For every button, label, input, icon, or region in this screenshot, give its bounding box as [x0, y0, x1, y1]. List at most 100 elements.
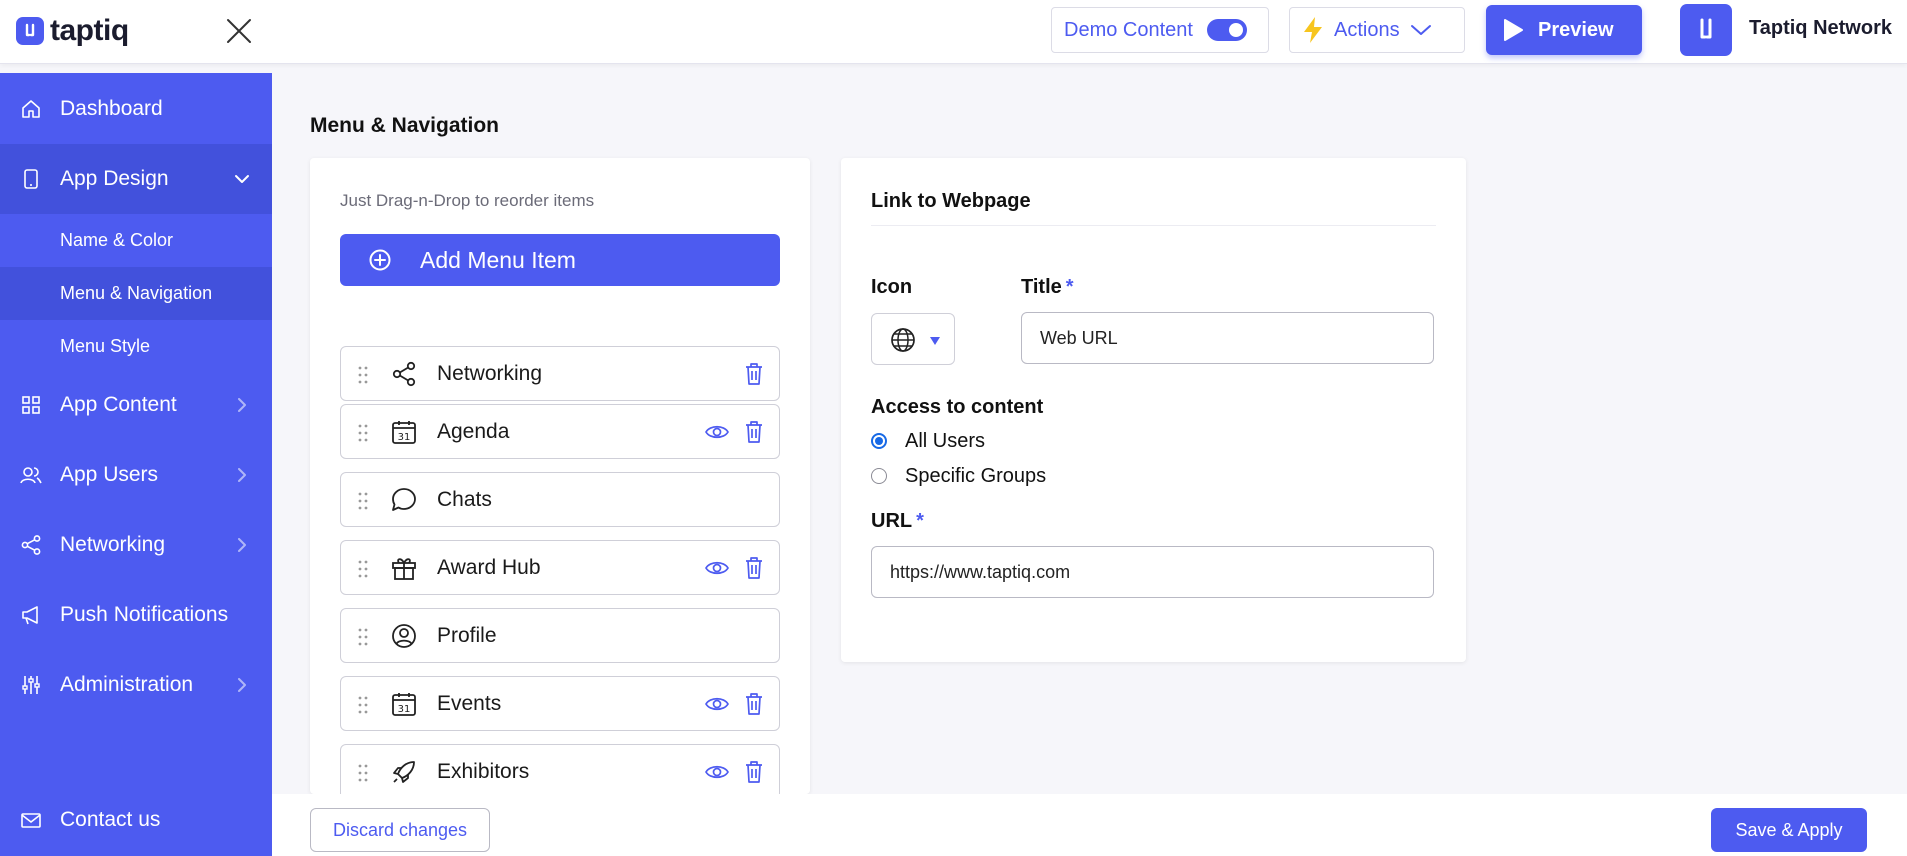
add-menu-item-label: Add Menu Item	[420, 246, 576, 273]
eye-icon[interactable]	[705, 421, 729, 443]
sidebar-item-administration[interactable]: Administration	[0, 650, 272, 720]
radio-label: Specific Groups	[905, 464, 1047, 487]
taptiq-logo[interactable]: taptiq	[16, 14, 129, 47]
save-apply-button[interactable]: Save & Apply	[1711, 808, 1867, 852]
title-input[interactable]	[1021, 312, 1434, 364]
access-label: Access to content	[871, 396, 1044, 418]
drag-hint: Just Drag-n-Drop to reorder items	[340, 191, 595, 210]
menu-item-label: Networking	[437, 362, 543, 385]
sidebar-item-label: Networking	[60, 533, 166, 556]
eye-icon[interactable]	[705, 693, 729, 715]
chevron-right-icon	[238, 468, 246, 482]
icon-selector[interactable]	[871, 313, 955, 365]
trash-icon[interactable]	[744, 420, 764, 444]
add-menu-item-button[interactable]: Add Menu Item	[340, 234, 780, 286]
eye-icon[interactable]	[705, 761, 729, 783]
sidebar-subitem-name-color[interactable]: Name & Color	[0, 214, 272, 267]
play-icon	[1504, 19, 1523, 41]
sidebar-item-dashboard[interactable]: Dashboard	[0, 74, 272, 144]
radio-button[interactable]	[871, 433, 887, 449]
icon-label: Icon	[871, 276, 913, 298]
preview-button[interactable]: Preview	[1486, 5, 1642, 55]
menu-item-row[interactable]: 31 Events	[340, 676, 780, 731]
menu-item-row[interactable]: Profile	[340, 608, 780, 663]
close-icon[interactable]	[224, 16, 254, 46]
menu-item-label: Exhibitors	[437, 760, 530, 783]
discard-changes-button[interactable]: Discard changes	[310, 808, 490, 852]
divider	[871, 225, 1436, 226]
drag-handle-icon[interactable]	[357, 763, 369, 783]
sidebar-item-app-content[interactable]: App Content	[0, 370, 272, 440]
chevron-down-icon	[1410, 25, 1431, 35]
url-label: URL *	[871, 510, 924, 532]
link-to-webpage-panel: Link to Webpage Icon Title* Access to co…	[841, 158, 1466, 662]
org-logo-icon	[1700, 18, 1712, 39]
trash-icon[interactable]	[744, 760, 764, 784]
menu-item-label: Chats	[437, 488, 492, 511]
menu-item-row[interactable]: 31 Agenda	[340, 404, 780, 459]
page-title: Menu & Navigation	[310, 114, 500, 137]
title-label: Title *	[1021, 276, 1074, 298]
radio-all-users[interactable]: All Users	[871, 428, 985, 454]
sidebar-item-contact-us[interactable]: Contact us	[0, 785, 272, 855]
org-name[interactable]: Taptiq Network	[1749, 17, 1892, 40]
drag-handle-icon[interactable]	[357, 491, 369, 511]
drag-handle-icon[interactable]	[357, 559, 369, 579]
sidebar-item-networking[interactable]: Networking	[0, 510, 272, 580]
demo-switch[interactable]	[1206, 19, 1247, 41]
trash-icon[interactable]	[744, 362, 764, 386]
share-icon	[21, 535, 41, 555]
sidebar-item-app-users[interactable]: App Users	[0, 440, 272, 510]
user-circle-icon	[392, 624, 416, 648]
trash-icon[interactable]	[744, 556, 764, 580]
sidebar-item-app-design[interactable]: App Design	[0, 144, 272, 214]
drag-handle-icon[interactable]	[357, 423, 369, 443]
grid-icon	[22, 396, 40, 414]
menu-item-label: Award Hub	[437, 556, 541, 579]
sidebar-item-label: Administration	[60, 673, 194, 696]
demo-content-toggle[interactable]: Demo Content	[1051, 7, 1269, 53]
drag-handle-icon[interactable]	[357, 695, 369, 715]
menu-items-panel: Just Drag-n-Drop to reorder items Add Me…	[310, 158, 810, 794]
menu-item-row[interactable]: Award Hub	[340, 540, 780, 595]
chevron-right-icon	[238, 398, 246, 412]
menu-item-label: Profile	[437, 624, 497, 647]
logo-text: taptiq	[50, 14, 129, 47]
sidebar-item-label: App Design	[60, 167, 169, 190]
phone-icon	[24, 169, 38, 189]
actions-label: Actions	[1334, 18, 1400, 41]
menu-item-row[interactable]: Networking	[340, 346, 780, 401]
menu-item-row[interactable]: Exhibitors	[340, 744, 780, 794]
panel-title: Link to Webpage	[871, 190, 1031, 212]
sidebar-subitem-label: Menu & Navigation	[60, 283, 213, 303]
top-bar: taptiq Demo Content Actions Preview Tapt…	[0, 0, 1907, 64]
chevron-down-icon	[235, 175, 249, 183]
svg-text:31: 31	[398, 432, 411, 443]
radio-label: All Users	[905, 429, 986, 452]
menu-item-label: Events	[437, 692, 502, 715]
trash-icon[interactable]	[744, 692, 764, 716]
org-avatar[interactable]	[1680, 4, 1732, 56]
radio-button[interactable]	[871, 468, 887, 484]
mail-icon	[21, 813, 41, 828]
gift-icon	[392, 558, 416, 580]
sidebar-subitem-menu-style[interactable]: Menu Style	[0, 320, 272, 373]
menu-item-label: Agenda	[437, 420, 510, 443]
megaphone-icon	[22, 606, 38, 625]
sidebar-item-label: App Users	[60, 463, 159, 486]
radio-specific-groups[interactable]: Specific Groups	[871, 463, 1046, 489]
sidebar-subitem-menu-navigation[interactable]: Menu & Navigation	[0, 267, 272, 320]
svg-text:31: 31	[398, 704, 411, 715]
sidebar-subitem-label: Menu Style	[60, 336, 151, 356]
calendar-icon: 31	[392, 693, 416, 716]
users-icon	[20, 467, 42, 484]
logo-mark-icon	[16, 17, 44, 45]
sidebar-subitem-label: Name & Color	[60, 230, 174, 250]
actions-button[interactable]: Actions	[1289, 7, 1465, 53]
drag-handle-icon[interactable]	[357, 627, 369, 647]
sidebar-item-push-notifications[interactable]: Push Notifications	[0, 580, 272, 650]
menu-item-row[interactable]: Chats	[340, 472, 780, 527]
eye-icon[interactable]	[705, 557, 729, 579]
url-input[interactable]	[871, 546, 1434, 598]
drag-handle-icon[interactable]	[357, 365, 369, 385]
